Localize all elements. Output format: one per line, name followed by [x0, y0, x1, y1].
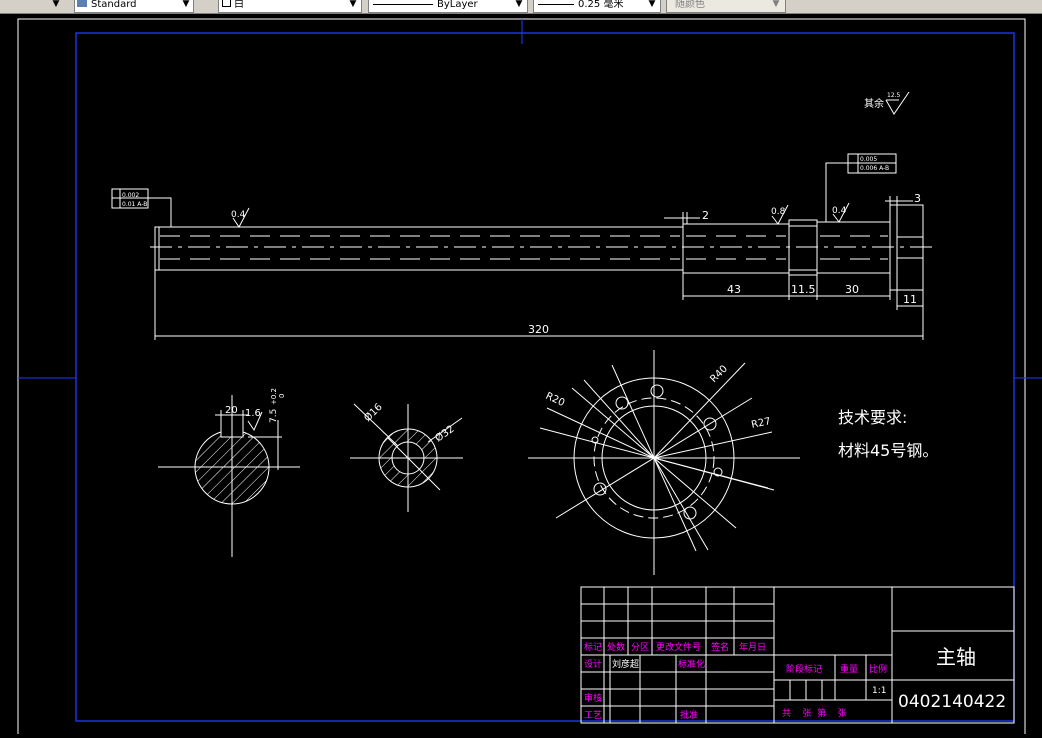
layer-color-swatch: [222, 0, 231, 7]
linetype-arrow-icon[interactable]: ▼: [513, 0, 525, 11]
tb-stage-label: 阶段标记: [786, 663, 822, 675]
dim-320-text: 320: [528, 323, 549, 336]
tb-standard-label: 标准化: [678, 658, 705, 670]
sec-tol-lower: 0: [278, 394, 286, 398]
tb-drawing-no: 0402140422: [898, 692, 1006, 712]
text-style-select[interactable]: Standard: [74, 0, 194, 13]
lineweight-value: 0.25 毫米: [578, 0, 624, 10]
plot-style-select[interactable]: 随颜色: [666, 0, 786, 13]
roughness-rest-label: 其余: [864, 97, 884, 110]
tb-sheets-label: 共 张 第 张: [782, 707, 847, 719]
dim-3-text: 3: [914, 192, 921, 205]
tb-part-name: 主轴: [936, 645, 976, 669]
tol-left-value-1: 0.002: [122, 192, 139, 199]
tol-left-leader: [155, 197, 172, 227]
sec-rough-16: 1.6: [245, 408, 261, 419]
linetype-value: ByLayer: [437, 0, 478, 10]
tol-left-value-2: 0.01 A-B: [122, 201, 147, 208]
roughness-rest-value: 12.5: [887, 92, 901, 99]
tb-review-label: 审核: [584, 692, 602, 704]
tech-requirements-material: 材料45号钢。: [838, 441, 938, 460]
tb-design-label: 设计: [584, 658, 602, 670]
dim-r27-text: R27: [750, 416, 772, 431]
text-style-value: Standard: [91, 0, 137, 10]
dim-2-text: 2: [702, 209, 709, 222]
drawing-svg[interactable]: 其余 12.5 0.002 0.01 A-B 0.005 0.006 A-B 0…: [0, 14, 1042, 738]
tb-hdr-count: 处数: [607, 641, 625, 653]
dim-43-text: 43: [727, 283, 741, 296]
dim-r20-text: R20: [544, 391, 566, 409]
tol-right-value-2: 0.006 A-B: [860, 165, 889, 172]
dim-30-text: 30: [845, 283, 859, 296]
tech-requirements-title: 技术要求:: [838, 408, 907, 427]
inner-frame: [75, 32, 1015, 722]
dim-11-text: 11: [903, 293, 917, 306]
rough-2-value: 0.8: [771, 207, 786, 217]
sec-tol-upper: +0.2: [270, 388, 278, 405]
sec-dim-20: 20: [225, 405, 238, 416]
plot-style-value: 随颜色: [675, 0, 705, 10]
text-style-icon: [77, 0, 87, 7]
linetype-preview: [373, 3, 433, 5]
dropdown-arrow-icon[interactable]: ▼: [50, 0, 62, 11]
tb-scale-label: 比例: [869, 663, 887, 675]
tb-designer: 刘彦超: [612, 658, 639, 670]
layer-arrow-icon[interactable]: ▼: [347, 0, 359, 11]
text-style-arrow-icon[interactable]: ▼: [180, 0, 192, 11]
tol-right-value-1: 0.005: [860, 156, 877, 163]
dim-phi16-text: Ø16: [362, 401, 385, 424]
sec-dim-75: 7.5: [269, 409, 279, 423]
layer-select[interactable]: 白: [218, 0, 362, 13]
tb-hdr-sign: 签名: [711, 641, 729, 653]
drawing-canvas[interactable]: 其余 12.5 0.002 0.01 A-B 0.005 0.006 A-B 0…: [0, 14, 1042, 738]
lineweight-preview: [538, 3, 574, 5]
tb-approve-label: 批准: [680, 709, 698, 721]
lineweight-arrow-icon[interactable]: ▼: [646, 0, 658, 11]
tb-hdr-zone: 分区: [631, 642, 649, 653]
plot-style-arrow-icon[interactable]: ▼: [770, 0, 782, 11]
flange-view: [528, 350, 800, 575]
dim-phi32-text: Ø32: [433, 423, 457, 445]
outer-frame: [17, 18, 1026, 738]
lineweight-select[interactable]: 0.25 毫米: [533, 0, 661, 13]
tb-hdr-date: 年月日: [739, 641, 766, 653]
tb-hdr-docno: 更改文件号: [656, 641, 701, 653]
linetype-select[interactable]: ByLayer: [368, 0, 528, 13]
tb-weight-label: 重量: [840, 663, 858, 675]
dim-11-5-text: 11.5: [791, 283, 816, 296]
properties-toolbar: ▼ Standard ▼ 白 ▼ ByLayer ▼ 0.25 毫米 ▼ 随颜色…: [0, 0, 1042, 14]
tb-hdr-mark: 标记: [584, 641, 602, 653]
tb-scale-value: 1:1: [872, 686, 886, 696]
tb-process-label: 工艺: [584, 710, 602, 721]
layer-value: 白: [234, 0, 244, 10]
